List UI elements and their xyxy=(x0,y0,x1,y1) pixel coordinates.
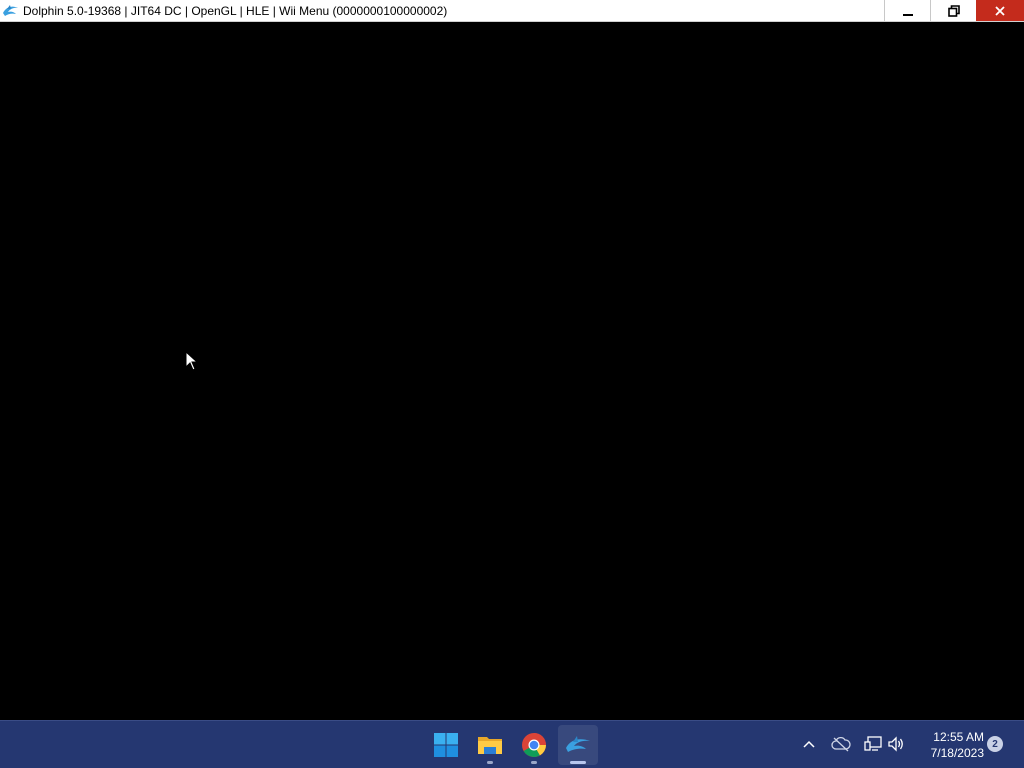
close-icon xyxy=(995,5,1005,16)
network-icon xyxy=(864,736,882,751)
active-indicator xyxy=(570,761,586,764)
network-tray-button[interactable] xyxy=(862,733,884,755)
volume-tray-button[interactable] xyxy=(885,733,907,755)
emulation-render-area[interactable] xyxy=(0,22,1024,720)
window-title: Dolphin 5.0-19368 | JIT64 DC | OpenGL | … xyxy=(23,4,448,18)
show-hidden-icons-button[interactable] xyxy=(798,733,820,755)
minimize-button[interactable] xyxy=(884,0,930,21)
folder-icon xyxy=(478,737,502,754)
cloud-offline-icon xyxy=(831,736,851,752)
windows-start-icon xyxy=(434,733,458,757)
taskbar: 12:55 AM 7/18/2023 xyxy=(0,720,1024,768)
chrome-icon xyxy=(522,733,546,757)
restore-button[interactable] xyxy=(930,0,976,21)
volume-icon xyxy=(888,736,903,752)
taskbar-dolphin[interactable] xyxy=(558,725,598,765)
start-button[interactable] xyxy=(426,725,466,765)
notification-badge[interactable]: 2 xyxy=(987,736,1003,752)
taskbar-clock[interactable]: 12:55 AM 7/18/2023 xyxy=(912,729,984,761)
running-indicator xyxy=(531,761,537,764)
dolphin-icon xyxy=(566,736,590,752)
clock-time: 12:55 AM xyxy=(933,730,984,744)
minimize-icon xyxy=(902,13,913,16)
mouse-cursor-icon xyxy=(185,351,199,371)
close-button[interactable] xyxy=(976,0,1024,21)
dolphin-window: Dolphin 5.0-19368 | JIT64 DC | OpenGL | … xyxy=(0,0,1024,720)
chevron-up-icon xyxy=(803,740,815,748)
onedrive-tray-button[interactable] xyxy=(830,733,852,755)
clock-date: 7/18/2023 xyxy=(930,746,984,760)
restore-icon xyxy=(947,4,960,17)
taskbar-chrome[interactable] xyxy=(514,725,554,765)
running-indicator xyxy=(487,761,493,764)
taskbar-file-explorer[interactable] xyxy=(470,725,510,765)
title-bar[interactable]: Dolphin 5.0-19368 | JIT64 DC | OpenGL | … xyxy=(0,0,1024,22)
dolphin-icon xyxy=(3,5,18,17)
